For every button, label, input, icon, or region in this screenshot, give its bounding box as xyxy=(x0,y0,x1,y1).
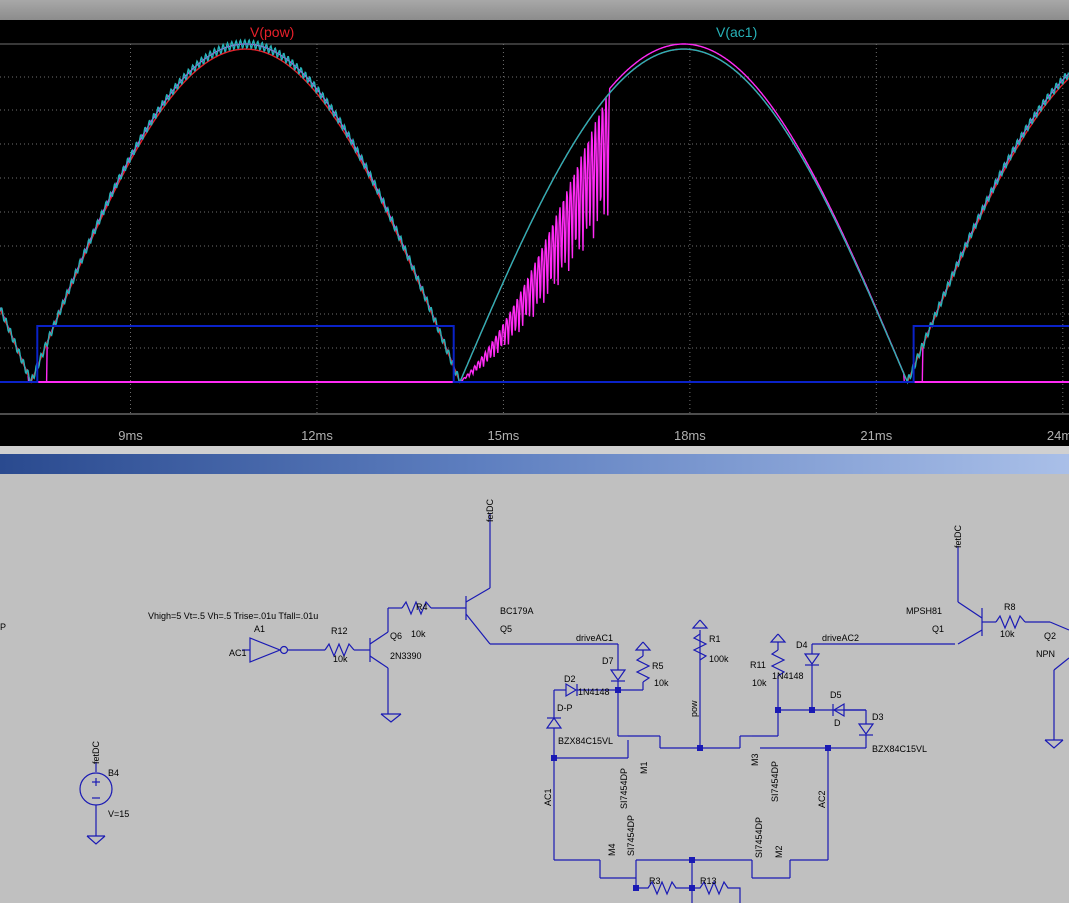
label-b4: B4 xyxy=(108,768,119,778)
label-q2: Q2 xyxy=(1044,631,1056,641)
label-q1: Q1 xyxy=(932,624,944,634)
label-npn: NPN xyxy=(1036,649,1055,659)
label-v15: V=15 xyxy=(108,809,129,819)
label-q5: Q5 xyxy=(500,624,512,634)
label-r8-value: 10k xyxy=(1000,629,1015,639)
plot-grid xyxy=(0,43,1069,414)
waveform-plot-pane[interactable]: 9ms 12ms 15ms 18ms 21ms 24ms V(pow) V(ac1) xyxy=(0,20,1069,446)
label-vhigh-params: Vhigh=5 Vt=.5 Vh=.5 Trise=.01u Tfall=.01… xyxy=(148,611,318,621)
label-q5-model: BC179A xyxy=(500,606,534,616)
label-r12-value: 10k xyxy=(333,654,348,664)
x-tick-label: 21ms xyxy=(860,428,892,443)
label-bzx-left: BZX84C15VL xyxy=(558,736,613,746)
label-si-m2: SI7454DP xyxy=(754,817,764,858)
legend-v-ac1[interactable]: V(ac1) xyxy=(716,24,757,40)
label-ac2-wire: AC2 xyxy=(817,790,827,808)
label-m1: M1 xyxy=(639,761,649,774)
label-driveac2: driveAC2 xyxy=(822,633,859,643)
label-r8: R8 xyxy=(1004,602,1016,612)
schematic-labels: P Vhigh=5 Vt=.5 Vh=.5 Trise=.01u Tfall=.… xyxy=(0,498,1056,886)
schematic-drawing[interactable]: P Vhigh=5 Vt=.5 Vh=.5 Trise=.01u Tfall=.… xyxy=(0,474,1069,903)
label-ac1-wire: AC1 xyxy=(543,788,553,806)
label-r5: R5 xyxy=(652,661,664,671)
label-q6: Q6 xyxy=(390,631,402,641)
label-d3: D3 xyxy=(872,712,884,722)
label-d5-model: D xyxy=(834,718,841,728)
label-r4: R4 xyxy=(416,602,428,612)
label-bzx-right: BZX84C15VL xyxy=(872,744,927,754)
trace-digital xyxy=(0,325,1069,383)
label-m2: M2 xyxy=(774,845,784,858)
label-fetdc-q5: fetDC xyxy=(485,498,495,522)
label-r12: R12 xyxy=(331,626,348,636)
label-r4-value: 10k xyxy=(411,629,426,639)
label-d5: D5 xyxy=(830,690,842,700)
x-tick-label: 18ms xyxy=(674,428,706,443)
label-q6-model: 2N3390 xyxy=(390,651,422,661)
label-fetdc-q1: fetDC xyxy=(953,524,963,548)
label-d4-model: 1N4148 xyxy=(772,671,804,681)
label-driveac1: driveAC1 xyxy=(576,633,613,643)
label-m3: M3 xyxy=(750,753,760,766)
label-r1-value: 100k xyxy=(709,654,729,664)
label-si-m4: SI7454DP xyxy=(626,815,636,856)
legend-v-pow[interactable]: V(pow) xyxy=(250,24,294,40)
schematic-window-titlebar[interactable] xyxy=(0,454,1069,474)
label-fetdc-b4: fetDC xyxy=(91,740,101,764)
label-m4: M4 xyxy=(607,843,617,856)
waveform-plot[interactable]: 9ms 12ms 15ms 18ms 21ms 24ms V(pow) V(ac1) xyxy=(0,20,1069,446)
label-r5-value: 10k xyxy=(654,678,669,688)
trace-drive xyxy=(0,43,1069,384)
label-r3: R3 xyxy=(649,876,661,886)
label-si-m3: SI7454DP xyxy=(770,761,780,802)
schematic-wires xyxy=(79,514,1069,903)
label-d4: D4 xyxy=(796,640,808,650)
label-mpsh81: MPSH81 xyxy=(906,606,942,616)
window-splitter[interactable] xyxy=(0,446,1069,454)
label-ac1-node: AC1 xyxy=(229,648,247,658)
label-si-m1: SI7454DP xyxy=(619,768,629,809)
label-r11: R11 xyxy=(750,660,766,670)
label-r11-value: 10k xyxy=(752,678,767,688)
schematic-canvas[interactable]: P Vhigh=5 Vt=.5 Vh=.5 Trise=.01u Tfall=.… xyxy=(0,474,1069,903)
waveform-window-titlebar[interactable] xyxy=(0,0,1069,20)
label-d2-model: 1N4148 xyxy=(578,687,610,697)
label-r1: R1 xyxy=(709,634,721,644)
label-a1: A1 xyxy=(254,624,265,634)
x-tick-label: 24ms xyxy=(1047,428,1069,443)
label-pow: pow xyxy=(689,700,699,717)
label-p-fragment: P xyxy=(0,622,6,632)
trace-layer xyxy=(0,38,1069,385)
x-tick-label: 9ms xyxy=(118,428,143,443)
label-d7: D7 xyxy=(602,656,614,666)
label-r13: R13 xyxy=(700,876,717,886)
x-tick-label: 15ms xyxy=(488,428,520,443)
label-d2: D2 xyxy=(564,674,576,684)
x-tick-label: 12ms xyxy=(301,428,333,443)
label-d-p: D-P xyxy=(557,703,573,713)
trace-v-ac1 xyxy=(0,38,1069,385)
x-axis-ticks: 9ms 12ms 15ms 18ms 21ms 24ms xyxy=(118,428,1069,443)
